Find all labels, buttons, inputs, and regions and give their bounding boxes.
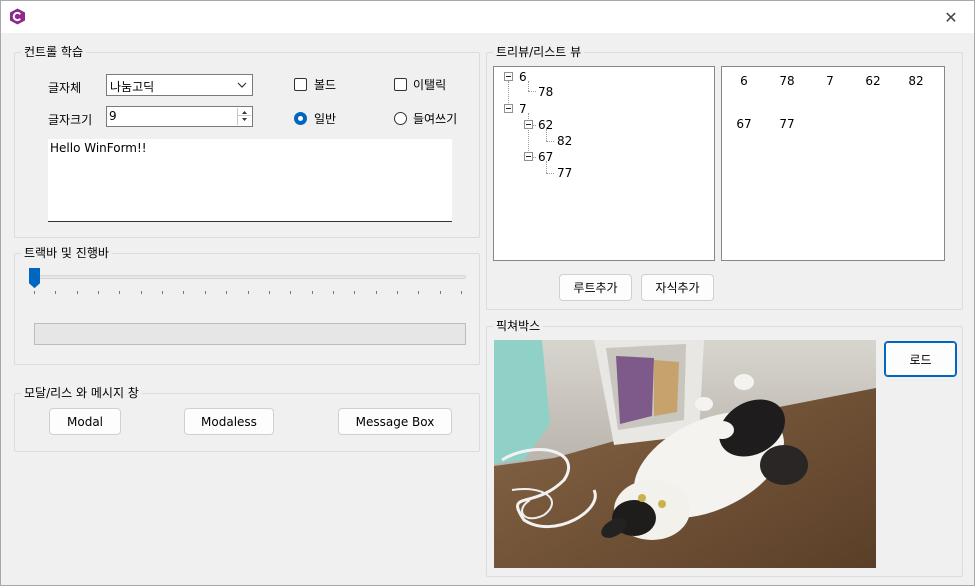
list-item[interactable]: 78 (767, 74, 807, 88)
tree-collapse-icon[interactable] (504, 104, 513, 113)
trackbar-tick (205, 291, 206, 294)
picture-box-cat-photo (494, 340, 876, 568)
bold-checkbox[interactable] (294, 78, 307, 91)
title-bar: ✕ (1, 1, 974, 33)
tree-line (528, 81, 529, 91)
italic-label: 이탤릭 (413, 78, 447, 92)
trackbar-tick (333, 291, 334, 294)
list-item[interactable]: 6 (724, 74, 764, 88)
trackbar-tick (418, 291, 419, 294)
italic-checkbox[interactable] (394, 78, 407, 91)
indent-radio[interactable] (394, 112, 407, 125)
main-window: ✕ 컨트롤 학습 글자체 나눔고딕 글자크기 9 볼드 이탤릭 일반 들여쓰기 … (0, 0, 975, 586)
trackbar-tick (141, 291, 142, 294)
trackbar-tick (77, 291, 78, 294)
size-spinner[interactable]: 9 (106, 106, 253, 127)
font-combo-value: 나눔고딕 (110, 80, 155, 94)
trackbar-thumb[interactable] (29, 268, 40, 288)
trackbar-tick (162, 291, 163, 294)
trackbar-channel[interactable] (31, 275, 466, 279)
trackbar-tick (440, 291, 441, 294)
close-icon: ✕ (944, 7, 958, 27)
modal-button[interactable]: Modal (49, 408, 121, 435)
bold-label: 볼드 (314, 78, 337, 92)
message-box-button[interactable]: Message Box (338, 408, 452, 435)
spinner-up-icon[interactable] (238, 108, 251, 116)
list-view[interactable]: 6 78 7 62 82 67 77 (721, 66, 945, 261)
cat-photo (494, 340, 876, 568)
tree-node[interactable]: 78 (538, 85, 553, 99)
tree-node[interactable]: 67 (538, 150, 553, 164)
trackbar-tick (226, 291, 227, 294)
load-button[interactable]: 로드 (884, 341, 957, 377)
indent-label: 들여쓰기 (413, 112, 458, 126)
tree-node[interactable]: 82 (557, 134, 572, 148)
font-combo[interactable]: 나눔고딕 (106, 74, 253, 96)
control-group-title: 컨트롤 학습 (21, 45, 87, 59)
trackbar-tick (461, 291, 462, 294)
font-label: 글자체 (48, 81, 82, 95)
close-button[interactable]: ✕ (928, 1, 974, 33)
normal-radio[interactable] (294, 112, 307, 125)
trackbar-tick (376, 291, 377, 294)
sample-textbox[interactable]: Hello WinForm!! (48, 139, 452, 222)
normal-label: 일반 (314, 112, 337, 126)
tree-node[interactable]: 6 (519, 70, 527, 84)
tree-node[interactable]: 62 (538, 118, 553, 132)
sample-text: Hello WinForm!! (50, 141, 147, 155)
modaless-button[interactable]: Modaless (184, 408, 274, 435)
tree-line (528, 91, 536, 92)
size-spinner-value: 9 (109, 109, 117, 123)
add-child-button[interactable]: 자식추가 (641, 274, 714, 301)
spinner-buttons[interactable] (237, 108, 251, 125)
track-progress-group-title: 트랙바 및 진행바 (21, 246, 112, 260)
tree-collapse-icon[interactable] (524, 120, 533, 129)
list-item[interactable]: 62 (853, 74, 893, 88)
tree-line (546, 141, 554, 142)
tree-node[interactable]: 77 (557, 166, 572, 180)
tree-line (546, 173, 554, 174)
progress-bar (34, 323, 466, 345)
modal-group-title: 모달/리스 와 메시지 창 (21, 386, 142, 400)
trackbar-tick (269, 291, 270, 294)
trackbar-tick (55, 291, 56, 294)
list-item[interactable]: 67 (724, 117, 764, 131)
list-item[interactable]: 77 (767, 117, 807, 131)
csharp-app-icon (10, 8, 25, 25)
tree-collapse-icon[interactable] (504, 72, 513, 81)
trackbar-tick (119, 291, 120, 294)
trackbar-tick (354, 291, 355, 294)
tree-node[interactable]: 7 (519, 102, 527, 116)
size-label: 글자크기 (48, 113, 93, 127)
tree-collapse-icon[interactable] (524, 152, 533, 161)
trackbar-tick (312, 291, 313, 294)
trackbar-tick (248, 291, 249, 294)
spinner-down-icon[interactable] (238, 116, 251, 124)
tree-view[interactable]: 6 78 7 62 82 67 77 (493, 66, 715, 261)
trackbar-tick (397, 291, 398, 294)
trackbar-tick (34, 291, 35, 294)
trackbar-tick (183, 291, 184, 294)
track-progress-group: 트랙바 및 진행바 (14, 246, 480, 365)
list-item[interactable]: 7 (810, 74, 850, 88)
trackbar-tick (290, 291, 291, 294)
tree-list-group-title: 트리뷰/리스트 뷰 (493, 45, 585, 59)
picture-group-title: 픽쳐박스 (493, 319, 544, 333)
list-item[interactable]: 82 (896, 74, 936, 88)
trackbar-tick (98, 291, 99, 294)
add-root-button[interactable]: 루트추가 (559, 274, 632, 301)
chevron-down-icon (237, 82, 247, 88)
